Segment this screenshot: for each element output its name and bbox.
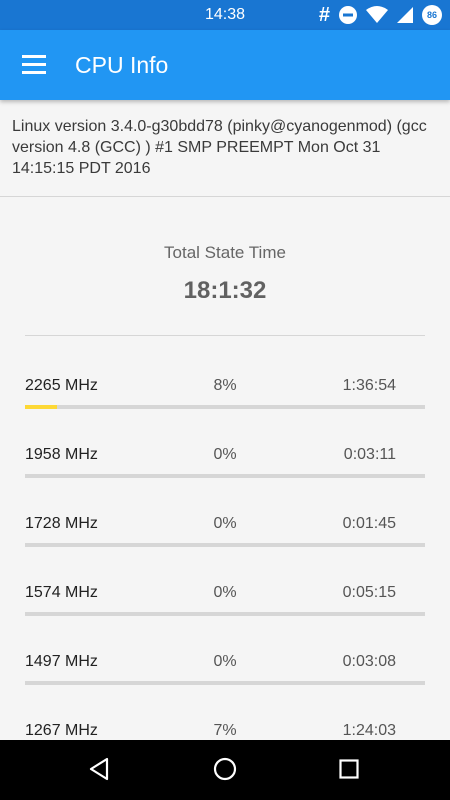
status-bar: 14:38 # 86 xyxy=(0,0,450,30)
battery-icon: 86 xyxy=(422,5,442,25)
usage-progress-bar xyxy=(25,474,425,478)
content[interactable]: Linux version 3.4.0-g30bdd78 (pinky@cyan… xyxy=(0,100,450,740)
usage-progress-bar xyxy=(25,405,425,409)
do-not-disturb-icon xyxy=(339,6,357,24)
kernel-version-text: Linux version 3.4.0-g30bdd78 (pinky@cyan… xyxy=(12,118,427,177)
home-icon[interactable] xyxy=(213,757,237,781)
wifi-icon xyxy=(366,6,388,23)
status-icons: # 86 xyxy=(319,5,442,25)
hash-icon: # xyxy=(318,4,330,26)
signal-icon xyxy=(397,7,413,23)
frequency-row: 1574 MHz 0% 0:05:15 xyxy=(0,584,450,653)
total-state-time: Total State Time 18:1:32 xyxy=(0,197,450,305)
frequency-row: 1497 MHz 0% 0:03:08 xyxy=(0,653,450,722)
usage-progress-bar xyxy=(25,612,425,616)
frequency-time: 0:05:15 xyxy=(342,584,396,601)
recents-icon[interactable] xyxy=(339,759,359,779)
frequency-time: 1:24:03 xyxy=(342,722,396,739)
usage-progress-fill xyxy=(25,405,57,409)
hamburger-menu-icon[interactable] xyxy=(22,55,48,75)
total-state-label: Total State Time xyxy=(164,243,286,262)
usage-progress-bar xyxy=(25,543,425,547)
frequency-row: 1267 MHz 7% 1:24:03 xyxy=(0,722,450,740)
navigation-bar xyxy=(0,740,450,800)
usage-progress-bar xyxy=(25,681,425,685)
frequency-row: 1728 MHz 0% 0:01:45 xyxy=(0,515,450,584)
back-icon[interactable] xyxy=(88,757,110,781)
frequency-row: 2265 MHz 8% 1:36:54 xyxy=(0,377,450,446)
frequency-time: 0:03:11 xyxy=(343,446,396,463)
app-title: CPU Info xyxy=(75,52,169,78)
app-bar: CPU Info xyxy=(0,30,450,100)
frequency-time: 1:36:54 xyxy=(342,377,396,394)
frequency-time: 0:01:45 xyxy=(342,515,396,532)
frequency-time: 0:03:08 xyxy=(342,653,396,670)
total-state-value: 18:1:32 xyxy=(183,277,267,304)
frequency-list: 2265 MHz 8% 1:36:54 1958 MHz 0% 0:03:11 1728 M… xyxy=(0,336,450,740)
frequency-row: 1958 MHz 0% 0:03:11 xyxy=(0,446,450,515)
battery-level: 86 xyxy=(426,10,437,20)
